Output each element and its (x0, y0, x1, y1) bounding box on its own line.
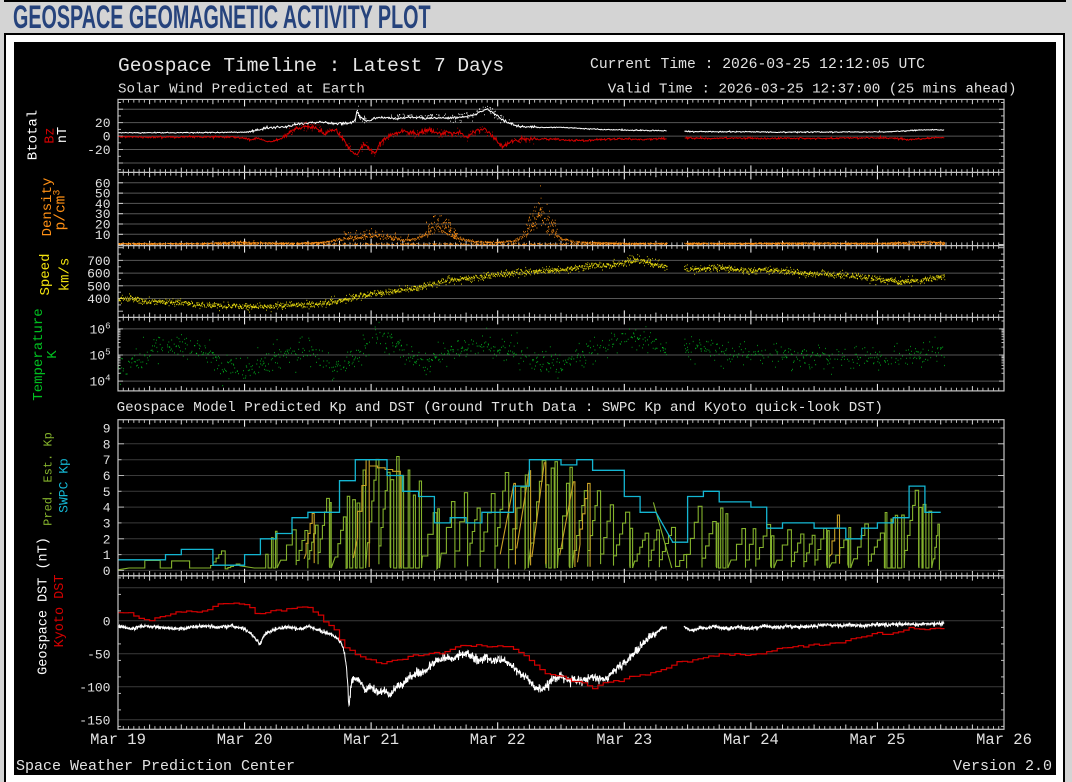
svg-text:Solar Wind Predicted at Earth: Solar Wind Predicted at Earth (118, 82, 365, 98)
svg-text:Version 2.0: Version 2.0 (953, 758, 1052, 775)
svg-text:K: K (45, 350, 61, 359)
svg-text:Mar 19: Mar 19 (90, 731, 146, 749)
svg-text:10: 10 (95, 228, 111, 243)
svg-text:Mar 21: Mar 21 (343, 731, 399, 749)
svg-text:-20: -20 (87, 143, 110, 158)
svg-text:9: 9 (103, 422, 111, 437)
svg-text:5: 5 (103, 485, 111, 500)
svg-text:-100: -100 (79, 680, 110, 695)
svg-text:Kyoto DST: Kyoto DST (53, 575, 68, 648)
svg-text:Pred. Est. Kp: Pred. Est. Kp (42, 432, 56, 526)
svg-text:Geospace DST (nT): Geospace DST (nT) (36, 537, 51, 675)
svg-text:km/s: km/s (58, 258, 74, 292)
svg-text:Current Time : 2026-03-25 12:1: Current Time : 2026-03-25 12:12:05 UTC (590, 57, 925, 73)
svg-text:nT: nT (56, 127, 71, 143)
svg-text:6: 6 (103, 469, 111, 484)
svg-text:Speed: Speed (38, 253, 54, 295)
svg-text:Geospace Model Predicted Kp an: Geospace Model Predicted Kp and DST (Gro… (117, 400, 883, 416)
svg-text:Mar 22: Mar 22 (470, 731, 526, 749)
svg-text:Valid Time : 2026-03-25 12:37:: Valid Time : 2026-03-25 12:37:00 (25 min… (608, 82, 1017, 98)
svg-text:400: 400 (87, 292, 110, 307)
svg-text:SWPC Kp: SWPC Kp (57, 458, 72, 513)
svg-text:7: 7 (103, 453, 111, 468)
svg-text:Geospace Timeline : Latest 7 D: Geospace Timeline : Latest 7 Days (118, 55, 504, 77)
svg-text:Btotal: Btotal (26, 110, 42, 160)
svg-text:2: 2 (103, 532, 111, 547)
svg-text:0: 0 (103, 614, 111, 629)
svg-text:8: 8 (103, 437, 111, 452)
svg-text:-150: -150 (79, 713, 110, 728)
svg-text:Mar 26: Mar 26 (976, 731, 1032, 749)
svg-text:Mar 20: Mar 20 (217, 731, 273, 749)
svg-text:4: 4 (103, 501, 111, 516)
svg-text:p/cm3: p/cm3 (52, 190, 70, 231)
svg-text:-50: -50 (87, 647, 110, 662)
svg-text:0: 0 (103, 564, 111, 579)
svg-text:3: 3 (103, 516, 111, 531)
svg-text:Space Weather Prediction Cente: Space Weather Prediction Center (16, 758, 295, 775)
svg-text:1: 1 (103, 548, 111, 563)
svg-text:Mar 25: Mar 25 (849, 731, 905, 749)
svg-text:Mar 24: Mar 24 (723, 731, 779, 749)
svg-text:Mar 23: Mar 23 (596, 731, 652, 749)
